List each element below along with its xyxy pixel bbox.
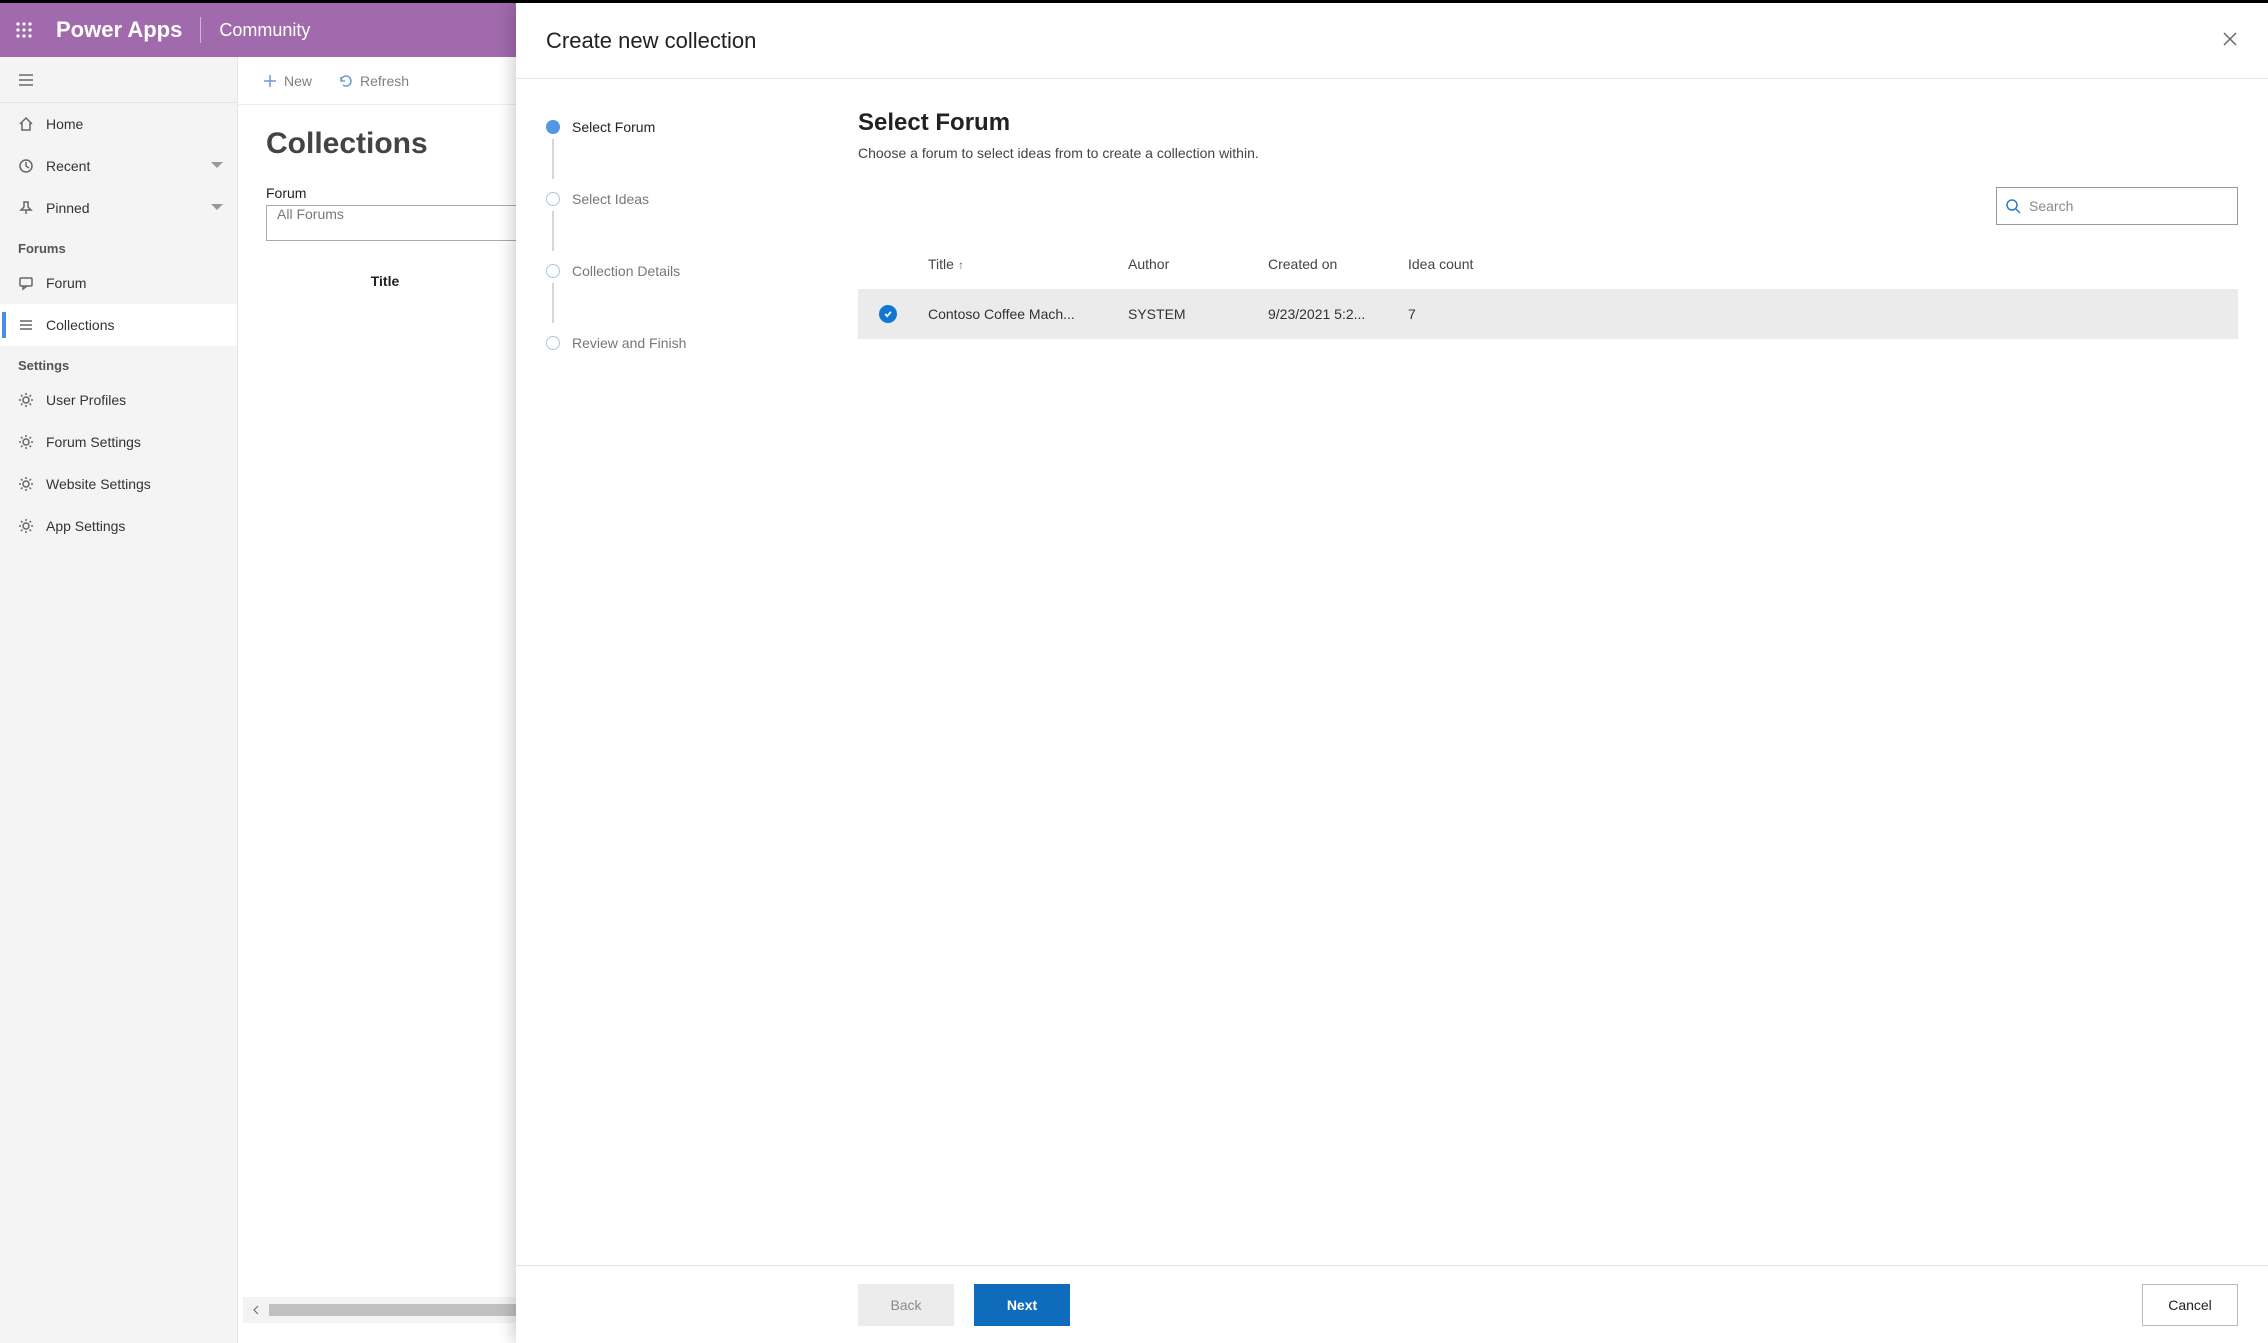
nav-recent-label: Recent <box>46 158 219 174</box>
refresh-button[interactable]: Refresh <box>328 67 419 95</box>
row-title: Contoso Coffee Mach... <box>918 306 1118 322</box>
step-select-ideas[interactable]: Select Ideas <box>546 183 858 215</box>
refresh-icon <box>338 73 354 89</box>
col-title[interactable]: Title↑ <box>918 256 1118 272</box>
nav-pinned-label: Pinned <box>46 200 219 216</box>
col-idea-count[interactable]: Idea count <box>1398 256 1538 272</box>
nav-collections[interactable]: Collections <box>0 304 237 346</box>
scroll-left-icon[interactable] <box>243 1297 269 1323</box>
gear-icon <box>18 392 34 408</box>
row-selected-icon[interactable] <box>879 305 897 323</box>
step-select-forum[interactable]: Select Forum <box>546 111 858 143</box>
step-label: Collection Details <box>572 263 680 279</box>
nav-forum-settings-label: Forum Settings <box>46 434 219 450</box>
nav-home-label: Home <box>46 116 219 132</box>
nav-forum-label: Forum <box>46 275 219 291</box>
col-author[interactable]: Author <box>1118 256 1258 272</box>
panel-title: Create new collection <box>546 28 756 54</box>
wizard-steps: Select Forum Select Ideas Collection Det… <box>546 109 858 1265</box>
nav-pinned[interactable]: Pinned <box>0 187 237 229</box>
back-button[interactable]: Back <box>858 1284 954 1326</box>
gear-icon <box>18 518 34 534</box>
search-box[interactable] <box>1996 187 2238 225</box>
nav-section-forums: Forums <box>0 229 237 262</box>
nav-user-profiles-label: User Profiles <box>46 392 219 408</box>
forum-filter-value: All Forums <box>277 206 344 222</box>
new-button[interactable]: New <box>252 67 322 95</box>
sort-asc-icon: ↑ <box>954 258 964 272</box>
step-subheading: Choose a forum to select ideas from to c… <box>858 145 2238 161</box>
step-content: Select Forum Choose a forum to select id… <box>858 109 2268 1265</box>
home-icon <box>18 116 34 132</box>
app-scope[interactable]: Community <box>201 20 310 41</box>
collections-column-title[interactable]: Title <box>266 263 504 299</box>
nav-user-profiles[interactable]: User Profiles <box>0 379 237 421</box>
step-label: Select Ideas <box>572 191 649 207</box>
pin-icon <box>18 200 34 216</box>
step-label: Select Forum <box>572 119 655 135</box>
nav-recent[interactable]: Recent <box>0 145 237 187</box>
step-dot-icon <box>546 120 560 134</box>
search-input[interactable] <box>2029 198 2229 214</box>
cancel-button[interactable]: Cancel <box>2142 1284 2238 1326</box>
forum-table-header: Title↑ Author Created on Idea count <box>858 239 2238 289</box>
panel-header: Create new collection <box>516 3 2268 79</box>
col-created-on[interactable]: Created on <box>1258 256 1398 272</box>
row-author: SYSTEM <box>1118 306 1258 322</box>
step-heading: Select Forum <box>858 109 2238 137</box>
forum-table-row[interactable]: Contoso Coffee Mach... SYSTEM 9/23/2021 … <box>858 289 2238 339</box>
step-review-finish[interactable]: Review and Finish <box>546 327 858 359</box>
gear-icon <box>18 434 34 450</box>
panel-footer: Back Next Cancel <box>516 1265 2268 1343</box>
nav-website-settings-label: Website Settings <box>46 476 219 492</box>
plus-icon <box>262 73 278 89</box>
next-button[interactable]: Next <box>974 1284 1070 1326</box>
step-dot-icon <box>546 264 560 278</box>
nav-app-settings[interactable]: App Settings <box>0 505 237 547</box>
row-idea-count: 7 <box>1398 306 1538 322</box>
new-button-label: New <box>284 73 312 89</box>
nav-website-settings[interactable]: Website Settings <box>0 463 237 505</box>
left-navigation: Home Recent Pinned Forums Forum Collecti… <box>0 57 238 1343</box>
refresh-button-label: Refresh <box>360 73 409 89</box>
nav-forum-settings[interactable]: Forum Settings <box>0 421 237 463</box>
step-dot-icon <box>546 192 560 206</box>
forum-icon <box>18 275 34 291</box>
nav-app-settings-label: App Settings <box>46 518 219 534</box>
create-collection-panel: Create new collection Select Forum Selec… <box>516 3 2268 1343</box>
step-dot-icon <box>546 336 560 350</box>
search-icon <box>2005 198 2021 214</box>
nav-home[interactable]: Home <box>0 103 237 145</box>
clock-icon <box>18 158 34 174</box>
nav-collections-label: Collections <box>46 317 219 333</box>
row-created-on: 9/23/2021 5:2... <box>1258 306 1398 322</box>
gear-icon <box>18 476 34 492</box>
app-launcher-icon[interactable] <box>0 3 48 57</box>
app-title: Power Apps <box>48 17 200 43</box>
step-collection-details[interactable]: Collection Details <box>546 255 858 287</box>
step-label: Review and Finish <box>572 335 686 351</box>
collections-icon <box>18 317 34 333</box>
close-button[interactable] <box>2222 31 2238 50</box>
hamburger-icon[interactable] <box>18 72 34 88</box>
nav-forum[interactable]: Forum <box>0 262 237 304</box>
nav-section-settings: Settings <box>0 346 237 379</box>
